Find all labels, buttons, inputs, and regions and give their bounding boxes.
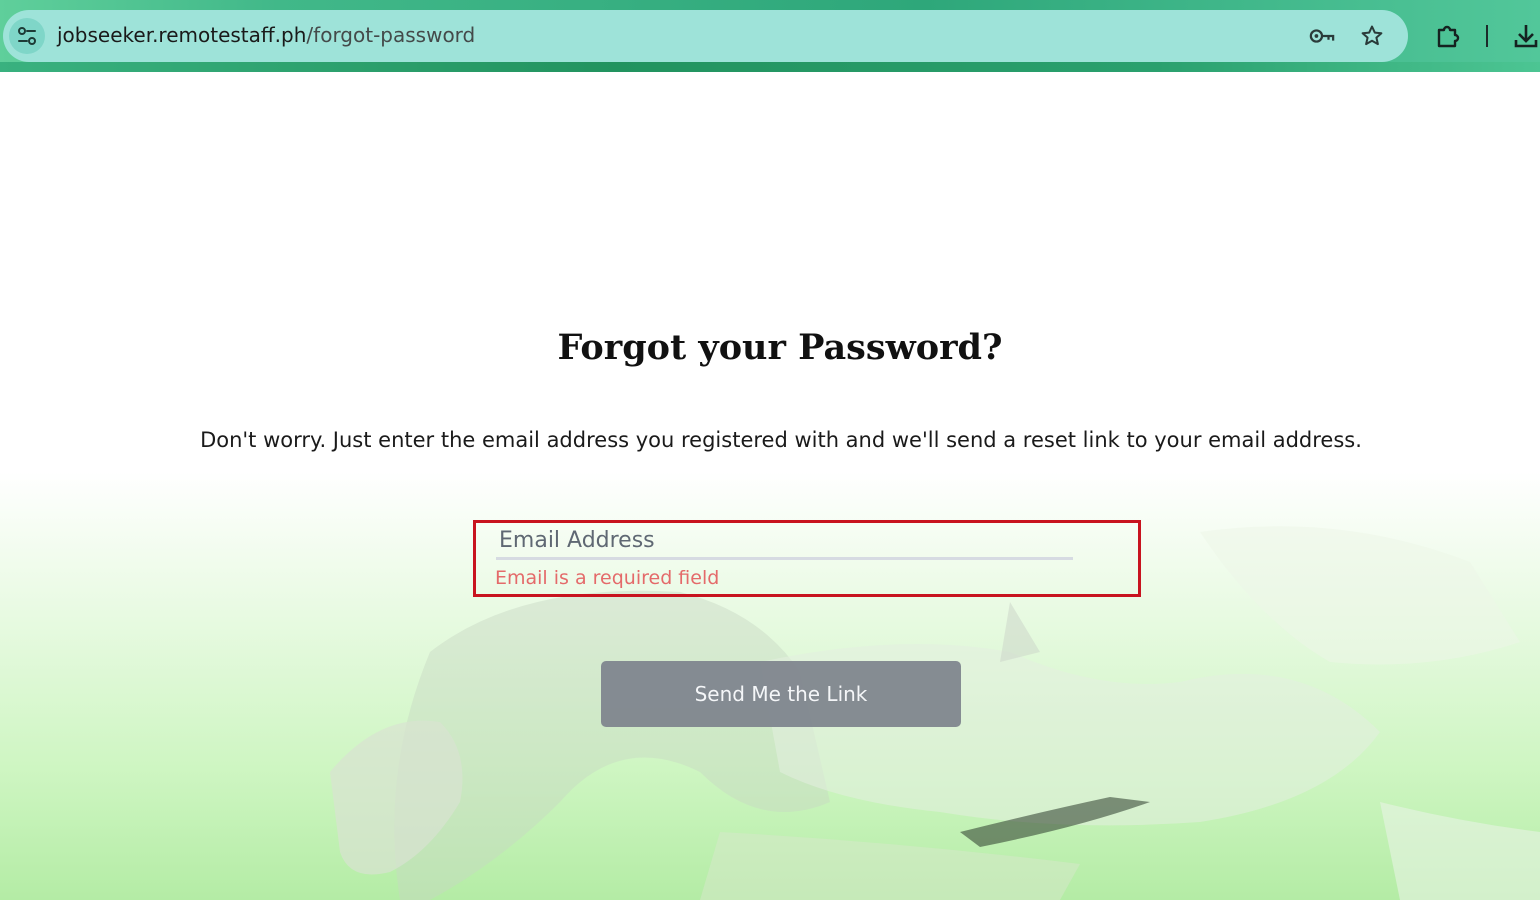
url-text[interactable]: jobseeker.remotestaff.ph/forgot-password xyxy=(57,23,475,47)
toolbar-separator xyxy=(1486,25,1488,47)
address-bar[interactable]: jobseeker.remotestaff.ph/forgot-password xyxy=(3,10,1408,62)
email-error-message: Email is a required field xyxy=(495,567,720,589)
site-settings-icon[interactable] xyxy=(9,18,45,54)
email-input[interactable] xyxy=(496,523,1073,560)
browser-toolbar: jobseeker.remotestaff.ph/forgot-password xyxy=(0,0,1540,72)
send-link-button[interactable]: Send Me the Link xyxy=(601,661,961,727)
bookmark-star-icon[interactable] xyxy=(1359,23,1385,49)
page-description: Don't worry. Just enter the email addres… xyxy=(200,428,1362,452)
password-key-icon[interactable] xyxy=(1309,23,1335,49)
email-field-group: Email is a required field xyxy=(473,520,1141,597)
extensions-puzzle-icon[interactable] xyxy=(1434,22,1462,50)
page-title: Forgot your Password? xyxy=(557,327,1003,368)
forgot-password-page: Forgot your Password? Don't worry. Just … xyxy=(0,72,1540,900)
url-host: jobseeker.remotestaff.ph xyxy=(57,23,307,47)
toolbar-edge xyxy=(0,62,1540,72)
download-icon[interactable] xyxy=(1512,22,1540,50)
url-path: /forgot-password xyxy=(306,23,476,47)
